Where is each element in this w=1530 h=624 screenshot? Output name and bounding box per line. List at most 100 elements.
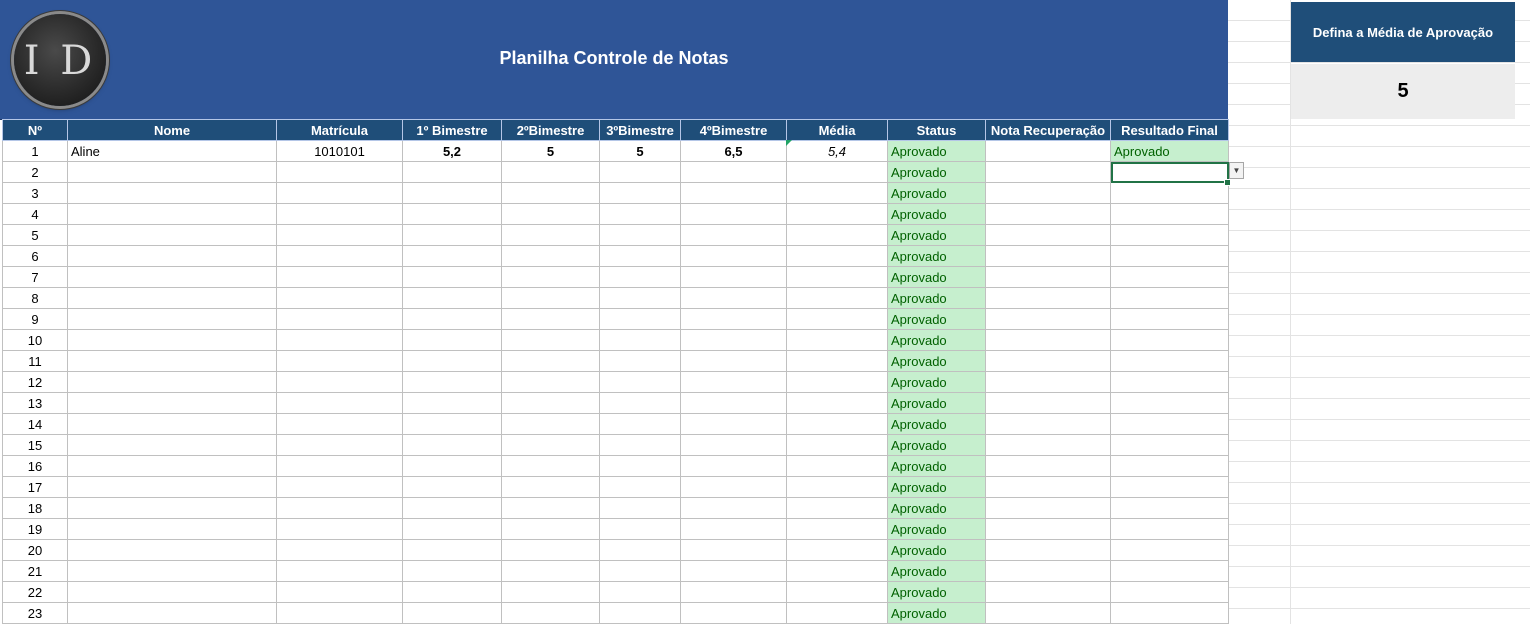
cell-b1[interactable]	[402, 371, 502, 393]
cell-b2[interactable]	[501, 602, 600, 624]
cell-b2[interactable]	[501, 371, 600, 393]
cell-b4[interactable]	[680, 476, 787, 498]
cell-media[interactable]	[786, 329, 888, 351]
cell-resultado[interactable]	[1110, 245, 1229, 267]
column-header-nome[interactable]: Nome	[67, 119, 277, 141]
cell-b1[interactable]	[402, 245, 502, 267]
cell-resultado[interactable]	[1110, 182, 1229, 204]
cell-resultado[interactable]	[1110, 434, 1229, 456]
cell-b1[interactable]	[402, 203, 502, 225]
cell-matricula[interactable]	[276, 224, 403, 246]
cell-b1[interactable]	[402, 539, 502, 561]
cell-recuperacao[interactable]	[985, 266, 1111, 288]
cell-resultado[interactable]	[1110, 287, 1229, 309]
cell-recuperacao[interactable]	[985, 308, 1111, 330]
cell-status[interactable]: Aprovado	[887, 413, 986, 435]
cell-b3[interactable]	[599, 329, 681, 351]
cell-recuperacao[interactable]	[985, 476, 1111, 498]
cell-media[interactable]	[786, 287, 888, 309]
cell-nome[interactable]	[67, 161, 277, 183]
cell-nome[interactable]	[67, 434, 277, 456]
cell-b1[interactable]	[402, 287, 502, 309]
cell-b2[interactable]	[501, 434, 600, 456]
cell-status[interactable]: Aprovado	[887, 392, 986, 414]
cell-n[interactable]: 18	[2, 497, 68, 519]
cell-status[interactable]: Aprovado	[887, 371, 986, 393]
cell-resultado[interactable]	[1110, 539, 1229, 561]
cell-b2[interactable]	[501, 518, 600, 540]
cell-b4[interactable]	[680, 392, 787, 414]
cell-matricula[interactable]	[276, 455, 403, 477]
cell-b1[interactable]: 5,2	[402, 140, 502, 162]
cell-matricula[interactable]	[276, 287, 403, 309]
cell-b3[interactable]	[599, 350, 681, 372]
cell-b2[interactable]	[501, 308, 600, 330]
cell-media[interactable]	[786, 245, 888, 267]
cell-b1[interactable]	[402, 434, 502, 456]
cell-media[interactable]	[786, 581, 888, 603]
cell-b3[interactable]	[599, 455, 681, 477]
cell-resultado[interactable]	[1110, 371, 1229, 393]
cell-b1[interactable]	[402, 518, 502, 540]
cell-b2[interactable]	[501, 413, 600, 435]
cell-matricula[interactable]: 1010101	[276, 140, 403, 162]
cell-recuperacao[interactable]	[985, 581, 1111, 603]
cell-b4[interactable]	[680, 602, 787, 624]
cell-b4[interactable]	[680, 224, 787, 246]
cell-n[interactable]: 19	[2, 518, 68, 540]
cell-b3[interactable]	[599, 371, 681, 393]
cell-b2[interactable]: 5	[501, 140, 600, 162]
cell-media[interactable]	[786, 476, 888, 498]
cell-n[interactable]: 20	[2, 539, 68, 561]
cell-b4[interactable]	[680, 329, 787, 351]
cell-b1[interactable]	[402, 266, 502, 288]
cell-matricula[interactable]	[276, 539, 403, 561]
cell-nome[interactable]	[67, 392, 277, 414]
cell-status[interactable]: Aprovado	[887, 161, 986, 183]
cell-b4[interactable]	[680, 518, 787, 540]
cell-b4[interactable]	[680, 581, 787, 603]
cell-matricula[interactable]	[276, 413, 403, 435]
cell-resultado[interactable]	[1110, 413, 1229, 435]
cell-media[interactable]	[786, 350, 888, 372]
cell-matricula[interactable]	[276, 350, 403, 372]
cell-recuperacao[interactable]	[985, 560, 1111, 582]
cell-b2[interactable]	[501, 392, 600, 414]
cell-b4[interactable]	[680, 371, 787, 393]
cell-nome[interactable]	[67, 287, 277, 309]
cell-matricula[interactable]	[276, 476, 403, 498]
cell-recuperacao[interactable]	[985, 413, 1111, 435]
cell-resultado[interactable]	[1110, 602, 1229, 624]
cell-recuperacao[interactable]	[985, 602, 1111, 624]
cell-b4[interactable]: 6,5	[680, 140, 787, 162]
cell-recuperacao[interactable]	[985, 224, 1111, 246]
cell-recuperacao[interactable]	[985, 497, 1111, 519]
cell-media[interactable]	[786, 266, 888, 288]
column-header-resultado[interactable]: Resultado Final	[1110, 119, 1229, 141]
cell-b4[interactable]	[680, 308, 787, 330]
cell-media[interactable]	[786, 455, 888, 477]
cell-status[interactable]: Aprovado	[887, 560, 986, 582]
cell-media[interactable]	[786, 560, 888, 582]
cell-b1[interactable]	[402, 455, 502, 477]
cell-matricula[interactable]	[276, 560, 403, 582]
cell-matricula[interactable]	[276, 308, 403, 330]
cell-b3[interactable]	[599, 308, 681, 330]
cell-media[interactable]	[786, 308, 888, 330]
cell-nome[interactable]	[67, 224, 277, 246]
cell-b3[interactable]	[599, 161, 681, 183]
cell-recuperacao[interactable]	[985, 434, 1111, 456]
cell-nome[interactable]	[67, 539, 277, 561]
cell-status[interactable]: Aprovado	[887, 476, 986, 498]
cell-nome[interactable]	[67, 245, 277, 267]
cell-n[interactable]: 4	[2, 203, 68, 225]
cell-nome[interactable]	[67, 371, 277, 393]
cell-media[interactable]	[786, 413, 888, 435]
cell-matricula[interactable]	[276, 371, 403, 393]
cell-matricula[interactable]	[276, 329, 403, 351]
cell-media[interactable]	[786, 602, 888, 624]
cell-resultado[interactable]	[1110, 560, 1229, 582]
cell-matricula[interactable]	[276, 581, 403, 603]
cell-b1[interactable]	[402, 308, 502, 330]
cell-n[interactable]: 9	[2, 308, 68, 330]
